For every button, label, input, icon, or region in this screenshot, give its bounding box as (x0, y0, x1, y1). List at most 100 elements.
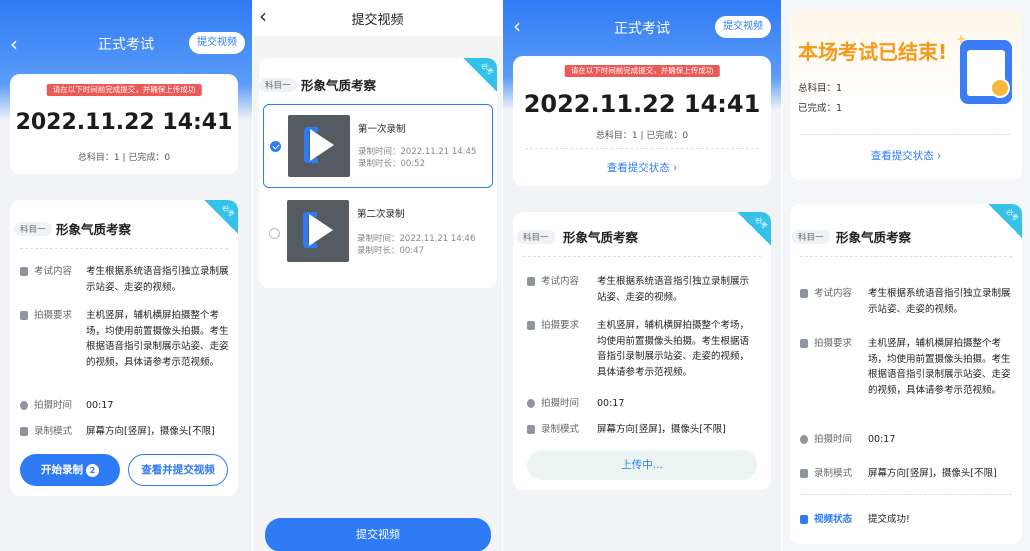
start-recording-label: 开始录制 (41, 464, 83, 476)
row-label: 录制模式 (814, 468, 853, 479)
exam-time-card: 请在以下时间前完成提交，并确保上传成功 2022.11.22 14:41 总科目… (513, 56, 771, 186)
exam-ended-card: 本场考试已结束! 总科目：1 已完成：1 + 查看提交状态 › (790, 10, 1022, 180)
video-thumbnail (288, 115, 350, 177)
uploading-status-button: 上传中... (527, 450, 757, 480)
clock-icon (800, 435, 808, 444)
camera-icon (20, 311, 28, 320)
row-value: 考生根据系统语音指引独立录制展示站姿、走姿的视频。 (86, 266, 229, 293)
completed-subjects: 已完成：1 (798, 103, 843, 114)
divider (802, 134, 1010, 135)
screen-uploading: ‹ 正式考试 提交视频 请在以下时间前完成提交，并确保上传成功 2022.11.… (503, 0, 781, 551)
check-badge-icon (990, 78, 1010, 98)
screen-submit-video: ‹ 提交视频 必考 科目一 形象气质考察 第一次录制 录制时间：2022.11.… (253, 0, 502, 551)
selected-check-icon[interactable] (270, 141, 281, 152)
video-title: 第一次录制 (358, 124, 406, 135)
video-title: 第二次录制 (357, 209, 405, 220)
row-label: 拍摄时间 (34, 400, 73, 411)
divider (800, 494, 1012, 495)
divider (525, 148, 759, 149)
row-label: 录制模式 (541, 424, 580, 435)
row-value: 主机竖屏，辅机横屏拍摄整个考场，均使用前置摄像头拍摄。考生根据语音指引录制展示站… (868, 338, 1011, 396)
notebook-icon (960, 40, 1012, 104)
subject-name: 形象气质考察 (56, 222, 132, 237)
deadline-datetime: 2022.11.22 14:41 (15, 110, 233, 135)
row-label: 考试内容 (541, 276, 580, 287)
divider (523, 256, 761, 257)
video-icon (20, 427, 28, 436)
row-label: 拍摄要求 (541, 320, 580, 331)
play-icon (309, 214, 333, 246)
subject-card: 必考 科目一 形象气质考察 考试内容 考生根据系统语音指引独立录制展示站姿、走姿… (790, 204, 1022, 544)
row-value: 00:17 (86, 400, 114, 411)
video-status-label: 视频状态 (814, 514, 853, 525)
submit-video-pill[interactable]: 提交视频 (189, 32, 245, 54)
video-status-icon (800, 515, 808, 524)
video-thumbnail (287, 200, 349, 262)
video-option-2[interactable]: 第二次录制 录制时间：2022.11.21 14:46 录制时长：00:47 (263, 198, 493, 270)
attempts-badge: 2 (86, 463, 99, 477)
sparkle-icon: + (956, 32, 967, 46)
video-status-value: 提交成功! (868, 514, 910, 525)
video-duration: 录制时长：00:52 (358, 159, 425, 169)
row-value: 屏幕方向[竖屏]，摄像头[不限] (597, 424, 726, 435)
exam-summary: 总科目：1 | 已完成：0 (595, 131, 689, 141)
subject-card: 必考 科目一 形象气质考察 考试内容 考生根据系统语音指引独立录制展示站姿、走姿… (10, 200, 238, 496)
row-label: 拍摄时间 (814, 434, 853, 445)
subject-tag: 科目一 (259, 78, 297, 92)
row-value: 屏幕方向[竖屏]，摄像头[不限] (86, 426, 215, 437)
subject-name: 形象气质考察 (301, 78, 377, 93)
row-label: 录制模式 (34, 426, 73, 437)
submit-video-button[interactable]: 提交视频 (265, 518, 491, 551)
document-icon (800, 289, 808, 298)
required-corner: 必考 (737, 212, 771, 246)
view-submit-status-link[interactable]: 查看提交状态 › (790, 148, 1022, 163)
camera-icon (527, 321, 535, 330)
row-label: 考试内容 (814, 288, 853, 299)
subject-name: 形象气质考察 (836, 230, 912, 245)
required-corner: 必考 (988, 204, 1022, 238)
clock-icon (20, 401, 28, 410)
clock-icon (527, 399, 535, 408)
radio-icon[interactable] (269, 228, 280, 239)
video-icon (527, 425, 535, 434)
subject-tag: 科目一 (14, 222, 52, 236)
start-recording-button[interactable]: 开始录制 2 (20, 454, 120, 486)
screen-exam-start: ‹ 正式考试 提交视频 请在以下时间前完成提交，并确保上传成功 2022.11.… (0, 0, 252, 551)
video-record-time: 录制时间：2022.11.21 14:46 (357, 234, 476, 244)
row-label: 拍摄要求 (34, 310, 73, 321)
row-value: 主机竖屏，辅机横屏拍摄整个考场，均使用前置摄像头拍摄。考生根据语音指引录制展示站… (86, 310, 229, 368)
row-value: 考生根据系统语音指引独立录制展示站姿、走姿的视频。 (868, 288, 1011, 315)
view-submit-status-link[interactable]: 查看提交状态 › (513, 160, 771, 175)
exam-summary: 总科目：1 | 已完成：0 (77, 153, 171, 163)
row-value: 考生根据系统语音指引独立录制展示站姿、走姿的视频。 (597, 276, 750, 303)
submit-video-pill[interactable]: 提交视频 (715, 16, 771, 38)
page-title: 提交视频 (351, 13, 404, 28)
exam-time-card: 请在以下时间前完成提交，并确保上传成功 2022.11.22 14:41 总科目… (10, 74, 238, 174)
row-value: 屏幕方向[竖屏]，摄像头[不限] (868, 468, 997, 479)
divider (20, 248, 228, 249)
video-icon (800, 469, 808, 478)
screen-exam-ended: 本场考试已结束! 总科目：1 已完成：1 + 查看提交状态 › 必考 科目一 形… (782, 0, 1030, 551)
play-icon (310, 129, 334, 161)
deadline-datetime: 2022.11.22 14:41 (523, 90, 761, 118)
row-label: 考试内容 (34, 266, 73, 277)
required-corner: 必考 (204, 200, 238, 234)
exam-ended-title: 本场考试已结束! (798, 40, 948, 64)
document-icon (527, 277, 535, 286)
divider (800, 256, 1012, 257)
row-value: 00:17 (868, 434, 896, 445)
deadline-banner: 请在以下时间前完成提交，并确保上传成功 (46, 84, 202, 96)
subject-tag: 科目一 (792, 230, 830, 244)
video-record-time: 录制时间：2022.11.21 14:45 (358, 147, 477, 157)
video-select-card: 必考 科目一 形象气质考察 第一次录制 录制时间：2022.11.21 14:4… (259, 58, 497, 288)
video-duration: 录制时长：00:47 (357, 246, 424, 256)
view-submit-button[interactable]: 查看并提交视频 (128, 454, 228, 486)
row-label: 拍摄时间 (541, 398, 580, 409)
row-value: 00:17 (597, 398, 625, 409)
video-option-1[interactable]: 第一次录制 录制时间：2022.11.21 14:45 录制时长：00:52 (263, 104, 493, 188)
subject-name: 形象气质考察 (563, 230, 639, 245)
required-corner: 必考 (463, 58, 497, 92)
subject-card: 必考 科目一 形象气质考察 考试内容 考生根据系统语音指引独立录制展示站姿、走姿… (513, 212, 771, 490)
camera-icon (800, 339, 808, 348)
deadline-banner: 请在以下时间前完成提交，并确保上传成功 (564, 65, 720, 77)
